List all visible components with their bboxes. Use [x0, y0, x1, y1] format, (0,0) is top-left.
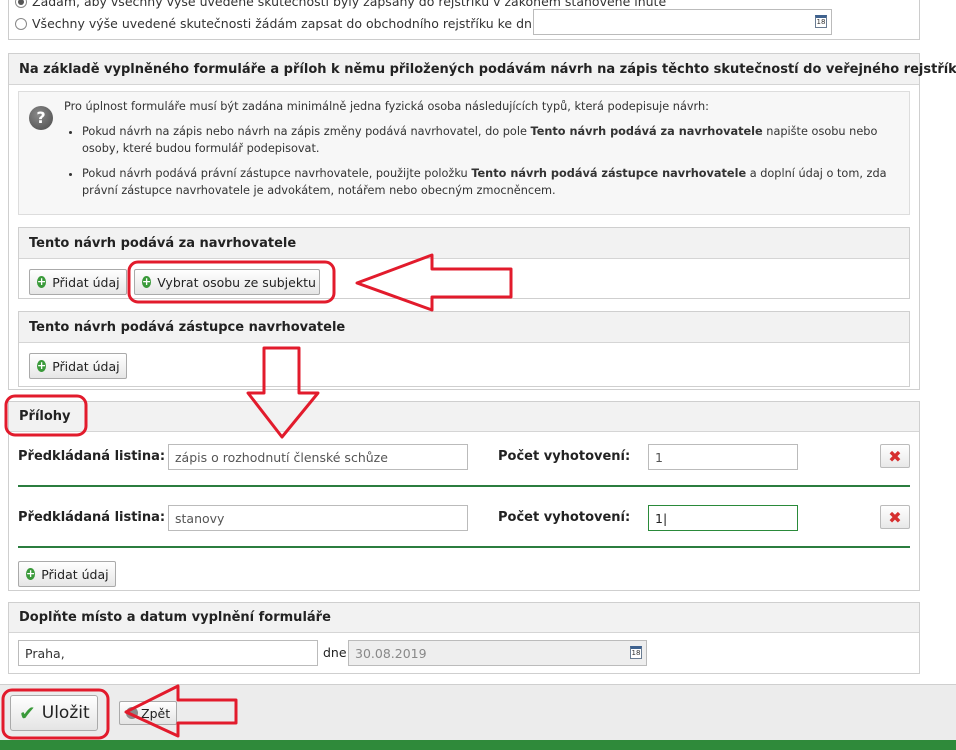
- applicant-add-label: Přidat údaj: [52, 274, 120, 290]
- delete-attachment-button-1[interactable]: ✖: [880, 444, 910, 468]
- attachment-add-label: Přidat údaj: [41, 566, 109, 582]
- save-button[interactable]: ✔ Uložit: [10, 695, 98, 731]
- info-text: Pro úplnost formuláře musí být zadána mi…: [64, 100, 904, 207]
- document-input-1[interactable]: zápis o rozhodnutí členské schůze: [168, 444, 468, 470]
- back-label: Zpět: [141, 705, 171, 721]
- plus-icon: +: [37, 359, 47, 372]
- bottom-bar: [0, 740, 956, 750]
- count-label-1: Počet vyhotovení:: [498, 449, 631, 464]
- count-input-2[interactable]: 1|: [648, 505, 798, 531]
- document-label-1: Předkládaná listina:: [18, 449, 166, 464]
- plus-icon: +: [142, 275, 152, 288]
- select-person-button[interactable]: + Vybrat osobu ze subjektu: [134, 269, 320, 295]
- representative-add-label: Přidat údaj: [52, 358, 120, 374]
- select-person-label: Vybrat osobu ze subjektu: [157, 274, 316, 290]
- date-prefix-label: dne: [323, 645, 347, 660]
- count-label-2: Počet vyhotovení:: [498, 510, 631, 525]
- plus-icon: +: [37, 275, 47, 288]
- radio-option-deadline[interactable]: Žádám, aby všechny výše uvedené skutečno…: [15, 0, 666, 9]
- plus-icon: +: [26, 567, 36, 580]
- calendar-icon[interactable]: 18: [630, 646, 642, 659]
- info-bullet-applicant: Pokud návrh na zápis nebo návrh na zápis…: [82, 123, 904, 157]
- proposal-title: Na základě vyplněného formuláře a příloh…: [9, 54, 956, 85]
- delete-icon: ✖: [888, 446, 902, 466]
- help-icon: ?: [29, 106, 53, 130]
- row-separator: [18, 485, 910, 487]
- checkmark-icon: ✔: [19, 701, 36, 725]
- info-bullet-representative: Pokud návrh podává právní zástupce navrh…: [82, 165, 904, 199]
- radio-button-date[interactable]: [15, 17, 27, 30]
- radio-label-deadline: Žádám, aby všechny výše uvedené skutečno…: [32, 0, 667, 9]
- applicant-title: Tento návrh podává za navrhovatele: [19, 228, 909, 259]
- filing-date-input[interactable]: 18: [533, 9, 832, 35]
- place-input[interactable]: Praha,: [18, 640, 318, 666]
- back-icon: [126, 707, 138, 719]
- place-date-title: Doplňte místo a datum vyplnění formuláře: [9, 603, 919, 633]
- calendar-icon[interactable]: 18: [815, 15, 827, 28]
- back-button[interactable]: Zpět: [119, 701, 177, 725]
- document-input-2[interactable]: stanovy: [168, 505, 468, 531]
- attachment-add-button[interactable]: + Přidat údaj: [18, 561, 116, 587]
- representative-panel: Tento návrh podává zástupce navrhovatele: [18, 311, 910, 387]
- fill-date-input[interactable]: 30.08.2019 18: [348, 640, 647, 666]
- radio-label-date: Všechny výše uvedené skutečnosti žádám z…: [32, 16, 540, 31]
- delete-icon: ✖: [888, 507, 902, 527]
- info-list: Pokud návrh na zápis nebo návrh na zápis…: [64, 123, 904, 199]
- info-box: ? Pro úplnost formuláře musí být zadána …: [18, 91, 910, 215]
- row-separator: [18, 546, 910, 548]
- representative-add-button[interactable]: + Přidat údaj: [29, 353, 127, 379]
- info-intro: Pro úplnost formuláře musí být zadána mi…: [64, 100, 709, 113]
- representative-title: Tento návrh podává zástupce navrhovatele: [19, 312, 909, 343]
- radio-option-date[interactable]: Všechny výše uvedené skutečnosti žádám z…: [15, 16, 540, 31]
- save-label: Uložit: [41, 703, 90, 723]
- count-input-1[interactable]: 1: [648, 444, 798, 470]
- radio-button-deadline[interactable]: [15, 0, 27, 8]
- fill-date-value: 30.08.2019: [355, 645, 427, 661]
- delete-attachment-button-2[interactable]: ✖: [880, 505, 910, 529]
- applicant-add-button[interactable]: + Přidat údaj: [29, 269, 127, 295]
- attachments-title: Přílohy: [9, 402, 919, 432]
- document-label-2: Předkládaná listina:: [18, 510, 166, 525]
- attachments-panel: Přílohy: [8, 401, 920, 591]
